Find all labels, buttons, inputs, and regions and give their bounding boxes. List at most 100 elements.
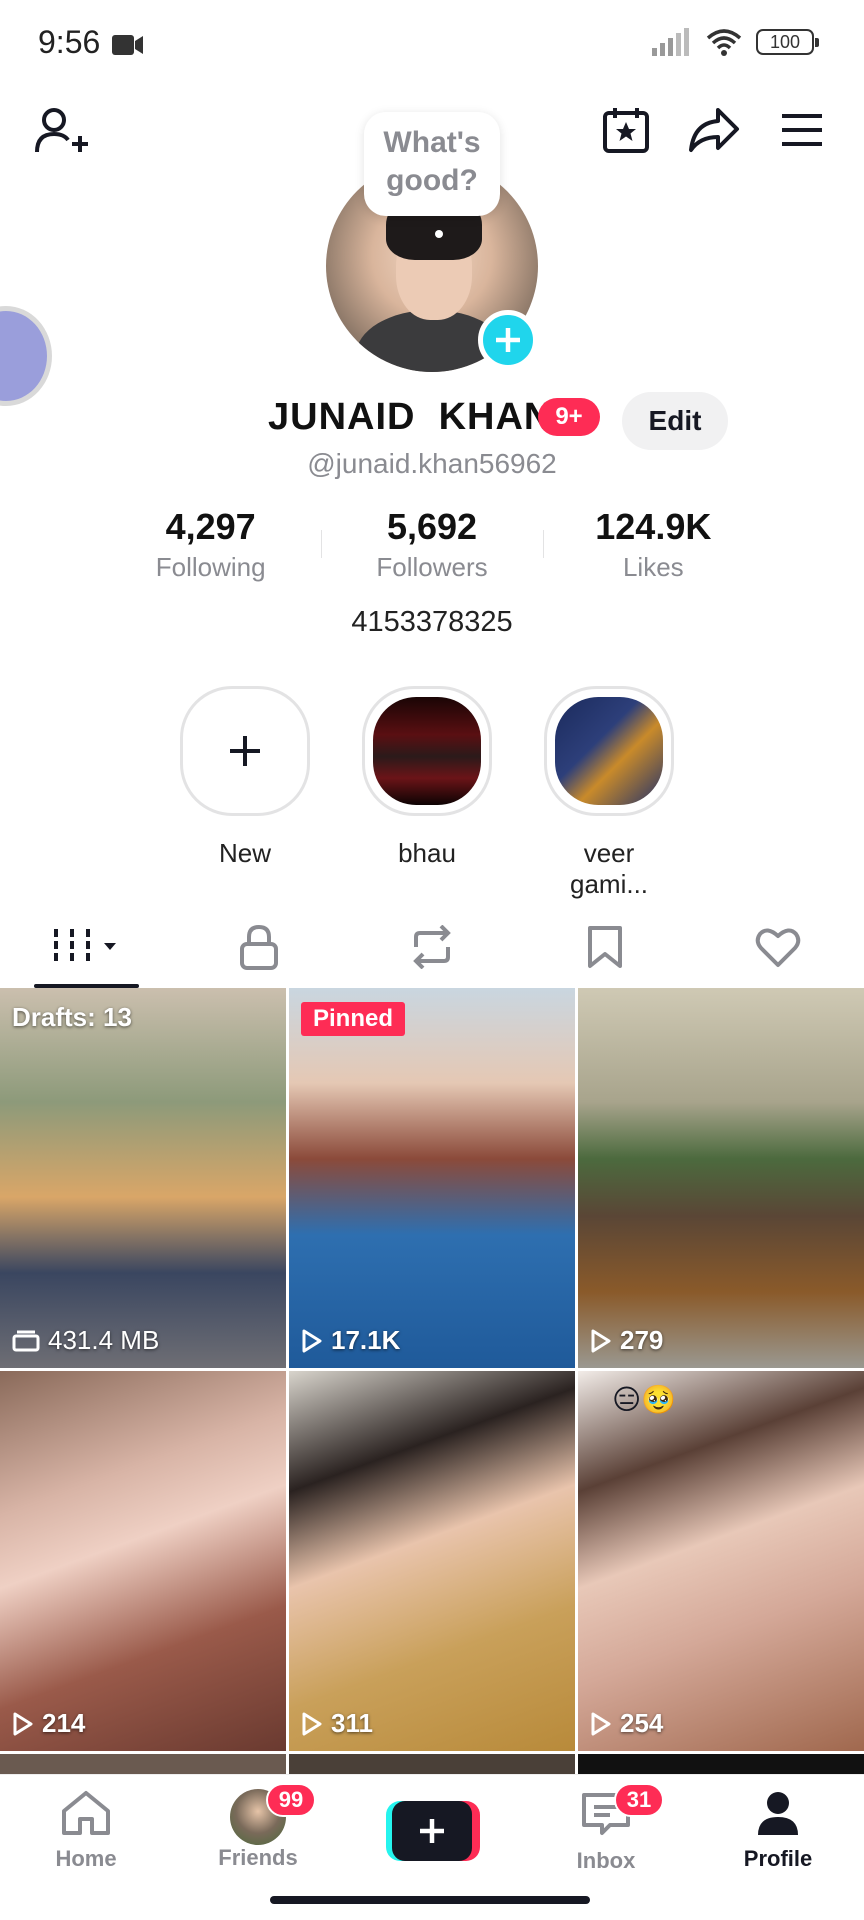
view-count: 311 [331, 1708, 373, 1738]
calendar-button[interactable] [596, 100, 656, 160]
profile-bio: 4153378325 [351, 606, 513, 638]
highlight-veer-gaming[interactable]: veer gami... [544, 686, 674, 900]
tab-reposts[interactable] [346, 906, 519, 988]
stat-following[interactable]: 4,297 Following [100, 506, 321, 588]
play-icon [591, 1329, 611, 1352]
video-tile[interactable]: 😑🥹 254 [578, 1371, 864, 1751]
draft-size: 431.4 MB [48, 1325, 160, 1355]
create-button[interactable] [386, 1801, 480, 1861]
video-overlay: 254 [590, 1708, 663, 1739]
status-indicators: 100 [652, 28, 819, 56]
video-tile-pinned[interactable]: Pinned 17.1K [289, 988, 575, 1368]
inbox-badge: 31 [614, 1783, 664, 1817]
highlight-veer-gaming-circle[interactable] [544, 686, 674, 816]
add-friend-button[interactable] [30, 100, 94, 164]
highlight-bhau[interactable]: bhau [362, 686, 492, 900]
video-overlay: 311 [301, 1708, 373, 1739]
floating-assistant-bubble[interactable] [0, 306, 52, 406]
home-indicator[interactable] [270, 1896, 590, 1904]
highlight-bhau-circle[interactable] [362, 686, 492, 816]
highlight-label: New [218, 838, 271, 868]
wifi-icon [706, 29, 742, 56]
stat-followers[interactable]: 5,692 Followers [321, 506, 542, 588]
tab-private[interactable] [173, 906, 346, 988]
story-highlights: New bhau veer gami... [180, 686, 674, 900]
peek-tile [578, 1754, 864, 1774]
video-overlay: 279 [590, 1325, 663, 1356]
tab-liked[interactable] [691, 906, 864, 988]
highlight-label: veer gami... [569, 838, 649, 899]
drafts-label: Drafts: 13 [12, 1002, 132, 1032]
status-bar: 9:56 100 [0, 0, 864, 92]
nav-home[interactable]: Home [26, 1789, 146, 1872]
profile-icon [758, 1792, 798, 1835]
video-overlay: 431.4 MB [12, 1325, 159, 1356]
plus-icon [496, 328, 520, 352]
stat-label: Following [155, 552, 266, 582]
add-story-button[interactable] [478, 310, 538, 370]
stat-value: 4,297 [165, 506, 256, 547]
lock-icon [240, 924, 279, 970]
view-count: 17.1K [331, 1325, 401, 1355]
menu-button[interactable] [772, 100, 832, 160]
video-overlay: 214 [12, 1708, 85, 1739]
battery-indicator: 100 [756, 29, 819, 55]
video-grid: Drafts: 13 431.4 MB Pinned 17.1K 279 214… [0, 988, 864, 1751]
note-pointer-dot [435, 230, 443, 238]
edit-profile-button[interactable]: Edit [622, 392, 728, 450]
video-tile[interactable]: 279 [578, 988, 864, 1368]
create-core [392, 1801, 472, 1861]
video-camera-icon [112, 35, 143, 55]
video-tile[interactable]: 311 [289, 1371, 575, 1751]
view-count: 254 [620, 1708, 664, 1738]
bookmark-icon [587, 926, 622, 968]
next-row-peek [0, 1754, 864, 1774]
note-line-2: good? [386, 164, 478, 197]
notification-badge[interactable]: 9+ [538, 398, 600, 436]
nav-inbox[interactable]: 31 Inbox [546, 1783, 666, 1874]
play-icon [13, 1712, 33, 1735]
note-line-1: What's [383, 126, 481, 159]
stat-likes[interactable]: 124.9K Likes [542, 506, 764, 588]
video-overlay: 17.1K [301, 1325, 400, 1356]
video-tile[interactable]: 214 [0, 1371, 286, 1751]
video-tile-drafts[interactable]: Drafts: 13 431.4 MB [0, 988, 286, 1368]
tab-favorites[interactable] [518, 906, 691, 988]
stat-label: Followers [376, 552, 488, 582]
highlight-label: bhau [398, 838, 456, 868]
plus-icon [230, 736, 260, 766]
status-note-bubble[interactable]: What's good? [364, 112, 500, 216]
status-time: 9:56 [38, 24, 101, 60]
nav-label: Home [55, 1846, 117, 1871]
nav-label: Profile [743, 1846, 813, 1871]
profile-stats: 4,297 Following 5,692 Followers 124.9K L… [100, 506, 764, 588]
peek-tile [0, 1754, 286, 1774]
play-icon [302, 1329, 322, 1352]
user-handle: @junaid.khan56962 [307, 448, 557, 479]
profile-tabs [0, 906, 864, 988]
display-name: JUNAID KHAN [268, 396, 553, 438]
videos-grid-icon [54, 929, 117, 965]
highlight-new-circle[interactable] [180, 686, 310, 816]
tab-videos[interactable] [0, 906, 173, 988]
repost-icon [413, 925, 451, 969]
play-icon [302, 1712, 322, 1735]
highlight-thumbnail [555, 697, 663, 805]
view-count: 214 [42, 1708, 86, 1738]
view-count: 279 [620, 1325, 664, 1355]
name-row: JUNAID KHAN 9+ Edit [0, 392, 864, 450]
peek-tile [289, 1754, 575, 1774]
highlight-new[interactable]: New [180, 686, 310, 900]
plus-icon [420, 1819, 444, 1843]
hamburger-menu-icon [782, 114, 822, 146]
share-button[interactable] [684, 100, 744, 160]
nav-friends[interactable]: 99 Friends [198, 1783, 318, 1871]
home-icon [62, 1791, 110, 1835]
friends-badge: 99 [266, 1783, 316, 1817]
signal-icon [652, 28, 689, 56]
pinned-badge: Pinned [301, 1002, 406, 1036]
highlight-thumbnail [373, 697, 481, 805]
add-person-icon [35, 108, 88, 153]
nav-profile[interactable]: Profile [718, 1789, 838, 1872]
play-icon [591, 1712, 611, 1735]
